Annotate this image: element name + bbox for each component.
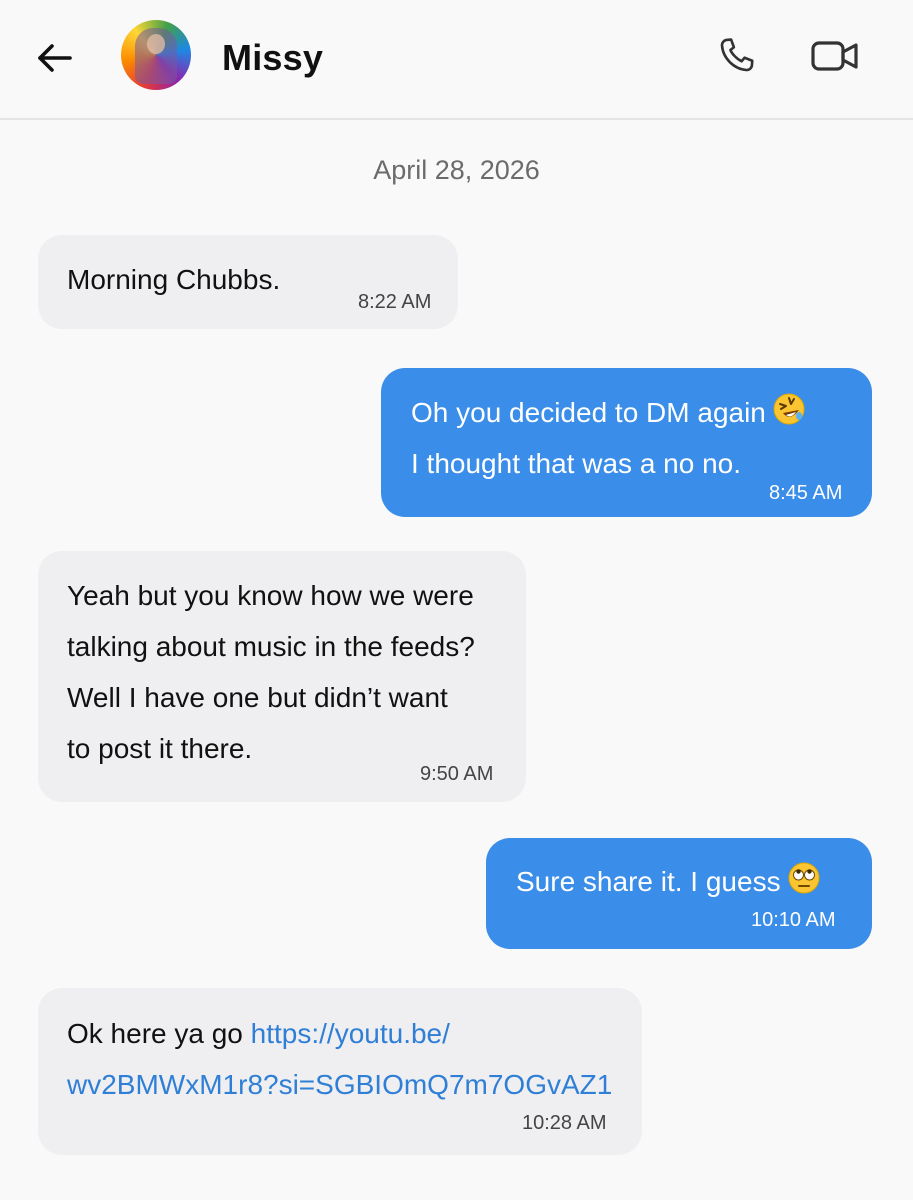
youtube-link-continued[interactable]: wv2BMWxM1r8?si=SGBIOmQ7m7OGvAZ1 [67, 1059, 612, 1110]
message-bubble-incoming[interactable]: Morning Chubbs. 8:22 AM [38, 235, 458, 329]
back-button[interactable] [30, 34, 78, 82]
contact-avatar[interactable] [121, 20, 191, 90]
message-text-line-1: Sure share it. I guess [516, 866, 781, 897]
message-text-line-1: Oh you decided to DM again [411, 397, 766, 428]
video-call-button[interactable] [808, 32, 862, 80]
message-bubble-outgoing[interactable]: Oh you decided to DM again I thought tha… [381, 368, 872, 517]
message-timestamp: 8:22 AM [358, 291, 432, 313]
message-bubble-incoming[interactable]: Ok here ya go https://youtu.be/ wv2BMWxM… [38, 988, 642, 1155]
back-arrow-icon [38, 44, 72, 72]
chat-header: Missy [0, 0, 913, 120]
rolling-on-floor-laughing-icon [772, 391, 806, 442]
message-timestamp: 10:10 AM [751, 909, 836, 931]
contact-name[interactable]: Missy [222, 37, 323, 79]
message-timestamp: 9:50 AM [420, 763, 494, 785]
message-timestamp: 8:45 AM [769, 482, 843, 504]
message-text: Morning Chubbs. [67, 264, 281, 295]
face-with-rolling-eyes-icon [787, 860, 821, 911]
message-bubble-incoming[interactable]: Yeah but you know how we were talking ab… [38, 551, 526, 802]
date-divider: April 28, 2026 [373, 155, 540, 185]
voice-call-button[interactable] [712, 32, 760, 80]
message-bubble-outgoing[interactable]: Sure share it. I guess 10:10 AM [486, 838, 872, 949]
message-text-line-1: Yeah but you know how we were [67, 580, 474, 611]
message-text-line-2: talking about music in the feeds? [67, 631, 475, 662]
message-timestamp: 10:28 AM [522, 1112, 607, 1134]
phone-icon [720, 38, 754, 72]
message-text-line: Oh you decided to DM again [411, 387, 806, 442]
message-text: Sure share it. I guess [516, 856, 821, 911]
message-text-line-2: I thought that was a no no. [411, 448, 742, 479]
video-camera-icon [811, 41, 858, 71]
chat-screen: Missy April 28, 2026 Morning Chubbs. 8:2… [0, 0, 913, 1200]
message-text-prefix: Ok here ya go [67, 1018, 251, 1049]
message-text-line-4: to post it there. [67, 733, 253, 764]
message-text: Ok here ya go https://youtu.be/ [67, 1008, 450, 1059]
youtube-link[interactable]: https://youtu.be/ [251, 1018, 450, 1049]
message-text-line-3: Well I have one but didn’t want [67, 682, 448, 713]
